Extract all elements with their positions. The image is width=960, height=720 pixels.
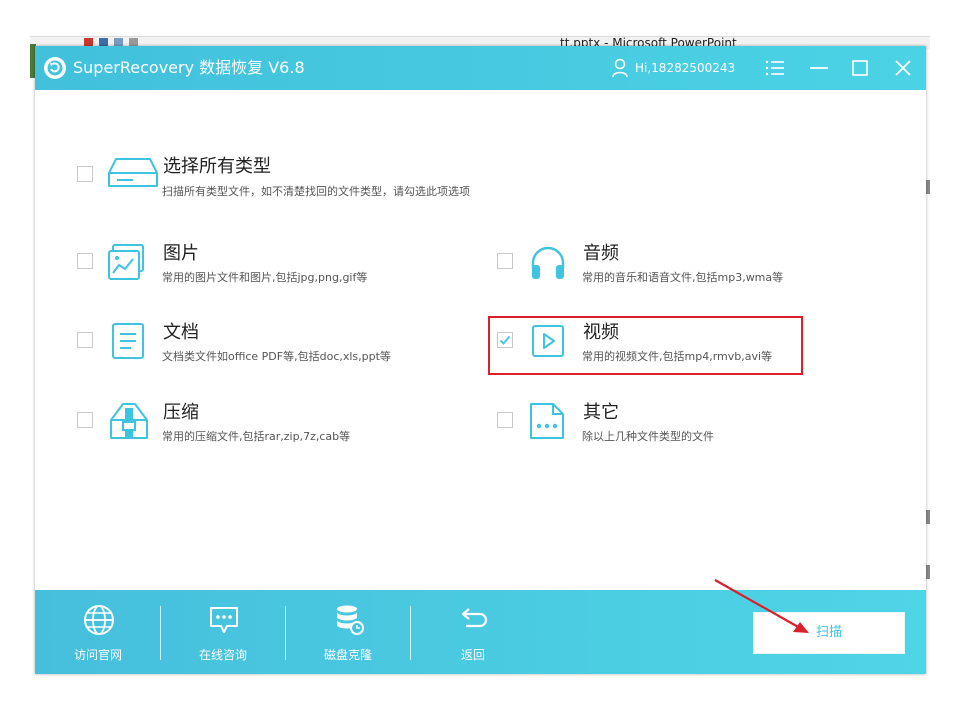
option-other[interactable]: 其它 除以上几种文件类型的文件 — [495, 402, 875, 452]
option-label: 图片 — [163, 243, 199, 264]
option-document[interactable]: 文档 文档类文件如office PDF等,包括doc,xls,ppt等 — [75, 322, 455, 372]
background-window-edge — [926, 565, 930, 579]
highlight-box-annotation — [488, 316, 803, 375]
database-icon — [337, 605, 364, 635]
option-label: 其它 — [583, 402, 619, 423]
chat-bubble-icon — [210, 607, 238, 633]
back-button[interactable]: 返回 — [410, 590, 536, 674]
option-image[interactable]: 图片 常用的图片文件和图片,包括jpg,png,gif等 — [75, 243, 455, 293]
scan-button[interactable]: 扫描 — [753, 612, 905, 654]
checkbox-all-types[interactable] — [77, 166, 93, 182]
option-all-types[interactable]: 选择所有类型 扫描所有类型文件，如不清楚找回的文件类型，请勾选此项选项 — [75, 156, 555, 206]
checkbox-archive[interactable] — [77, 412, 93, 428]
globe-icon — [84, 605, 114, 635]
option-label: 选择所有类型 — [163, 156, 271, 177]
back-label: 返回 — [460, 648, 485, 662]
option-label: 压缩 — [163, 402, 199, 423]
superrecovery-window: SuperRecovery 数据恢复 V6.8 Hi,18282500243 选… — [35, 46, 926, 674]
superrecovery-logo-icon — [44, 57, 66, 79]
disk-clone-label: 磁盘克隆 — [323, 648, 372, 662]
online-consult-button[interactable]: 在线咨询 — [160, 590, 286, 674]
disk-clone-button[interactable]: 磁盘克隆 — [285, 590, 411, 674]
archive-icon — [110, 403, 148, 439]
option-description: 常用的图片文件和图片,包括jpg,png,gif等 — [162, 271, 368, 284]
option-audio[interactable]: 音频 常用的音乐和语音文件,包括mp3,wma等 — [495, 243, 875, 293]
more-file-icon — [530, 403, 564, 439]
background-window-edge — [926, 510, 930, 524]
option-label: 音频 — [583, 243, 619, 264]
close-icon[interactable] — [891, 56, 915, 80]
user-account-label[interactable]: Hi,18282500243 — [635, 60, 735, 76]
option-archive[interactable]: 压缩 常用的压缩文件,包括rar,zip,7z,cab等 — [75, 402, 455, 452]
visit-website-label: 访问官网 — [73, 648, 122, 662]
checkbox-document[interactable] — [77, 332, 93, 348]
app-title: SuperRecovery 数据恢复 V6.8 — [73, 58, 305, 77]
maximize-icon[interactable] — [848, 56, 872, 80]
checkbox-image[interactable] — [77, 253, 93, 269]
checkbox-audio[interactable] — [497, 253, 513, 269]
menu-icon[interactable] — [763, 56, 787, 80]
footer-toolbar: 访问官网 在线咨询 磁盘克隆 返回 扫描 — [35, 590, 926, 674]
background-window-edge — [926, 180, 930, 194]
headphones-icon — [531, 246, 565, 279]
option-description: 扫描所有类型文件，如不清楚找回的文件类型，请勾选此项选项 — [162, 185, 470, 198]
file-type-selection: 选择所有类型 扫描所有类型文件，如不清楚找回的文件类型，请勾选此项选项 图片 常… — [35, 90, 926, 592]
back-arrow-icon — [461, 608, 488, 628]
user-icon[interactable] — [611, 58, 629, 78]
visit-website-button[interactable]: 访问官网 — [35, 590, 161, 674]
option-label: 文档 — [163, 322, 199, 343]
title-bar[interactable]: SuperRecovery 数据恢复 V6.8 Hi,18282500243 — [35, 46, 926, 90]
option-description: 常用的音乐和语音文件,包括mp3,wma等 — [582, 271, 784, 284]
option-description: 常用的压缩文件,包括rar,zip,7z,cab等 — [162, 430, 351, 443]
option-description: 除以上几种文件类型的文件 — [582, 430, 714, 443]
online-consult-label: 在线咨询 — [198, 648, 247, 662]
document-icon — [112, 323, 144, 359]
image-icon — [108, 244, 144, 280]
checkbox-other[interactable] — [497, 412, 513, 428]
minimize-icon[interactable] — [807, 56, 831, 80]
hard-drive-icon — [108, 158, 158, 187]
option-description: 文档类文件如office PDF等,包括doc,xls,ppt等 — [162, 350, 391, 363]
